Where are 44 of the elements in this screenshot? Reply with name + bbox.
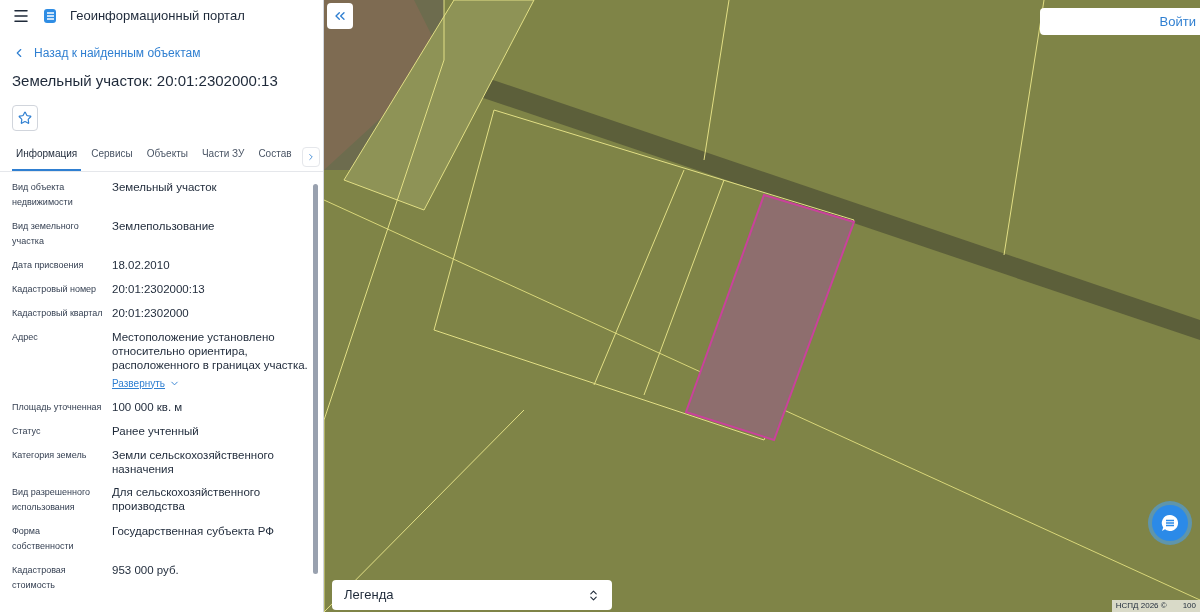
tab[interactable]: Сервисы	[87, 145, 137, 171]
property-label: Кадастровый номер	[12, 282, 98, 296]
property-label: Кадастровый квартал	[12, 306, 104, 320]
tab[interactable]: Объекты	[142, 145, 192, 171]
favorite-button[interactable]	[12, 104, 38, 131]
property-value: Землепользование	[112, 218, 215, 233]
property-value: 20:01:2302000	[112, 305, 189, 320]
property-value: Земли сельскохозяйственного назначения	[112, 447, 275, 476]
property-label: Вид разрешенного использования	[12, 485, 92, 514]
property-label: Форма собственности	[12, 524, 75, 553]
property-value: Земельный участок	[112, 179, 217, 194]
up-down-chevron-icon	[587, 588, 600, 602]
property-label: Категория земель	[12, 448, 88, 462]
property-label: Адрес	[12, 330, 39, 344]
property-label: Статус	[12, 424, 42, 438]
legend-dropdown[interactable]: Легенда	[332, 580, 612, 610]
star-icon	[18, 110, 32, 125]
property-value: 20:01:2302000:13	[112, 281, 205, 296]
chat-icon	[1160, 513, 1180, 533]
property-value: 18.02.2010	[112, 257, 170, 272]
portal-title: Геоинформационный портал	[70, 7, 245, 26]
property-label: Площадь уточненная	[12, 400, 103, 414]
property-value: 100 000 кв. м	[112, 399, 183, 414]
menu-icon[interactable]	[12, 7, 30, 25]
back-link[interactable]: Назад к найденным объектам	[0, 44, 213, 62]
tab[interactable]: Части ЗУ	[197, 145, 249, 171]
tab[interactable]: Состав	[254, 145, 296, 171]
property-label: Дата присвоения	[12, 258, 85, 272]
collapse-panel-button[interactable]	[327, 3, 353, 29]
property-value: Государственная субъекта РФ	[112, 523, 274, 538]
login-button[interactable]: Войти	[1040, 8, 1200, 35]
logo-icon	[42, 8, 58, 24]
property-value: Для сельскохозяйственного производства	[112, 484, 262, 513]
property-value: 953 000 руб.	[112, 562, 179, 577]
property-value: Ранее учтенный	[112, 423, 199, 438]
property-label: Кадастровая стоимость	[12, 563, 67, 592]
object-title: Земельный участок: 20:01:2302000:13	[11, 71, 279, 91]
map-scale: 100	[1182, 600, 1196, 612]
tab[interactable]: Информация	[12, 145, 82, 171]
property-label: Вид земельного участка	[12, 219, 80, 248]
property-label: Вид объекта недвижимости	[12, 180, 74, 209]
map-attribution: НСПД 2026 ©	[1115, 600, 1167, 612]
property-value: Местоположение установлено относительно ориентира, расположенного в границах участка.	[112, 329, 309, 372]
expand-link[interactable]: Развернуть	[112, 375, 180, 391]
